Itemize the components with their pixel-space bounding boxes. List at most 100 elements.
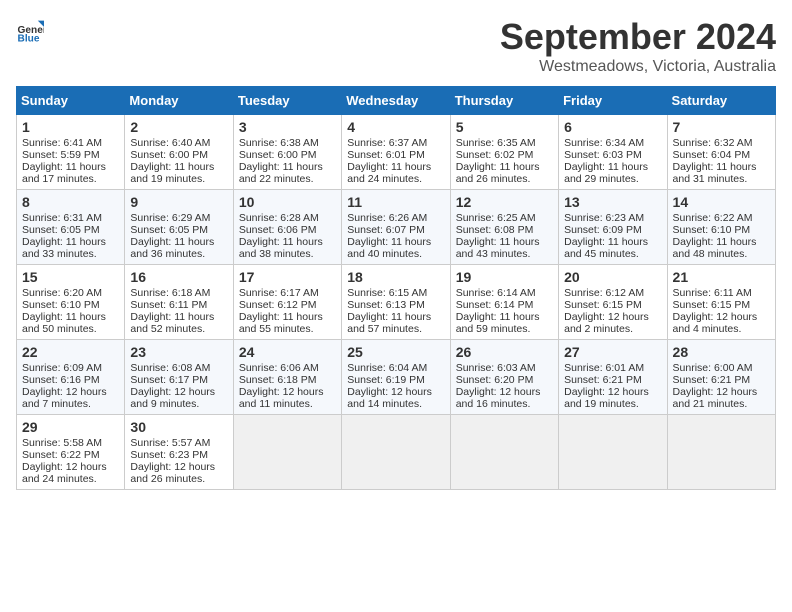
day-info: and 2 minutes. [564, 323, 661, 335]
table-row: 7Sunrise: 6:32 AMSunset: 6:04 PMDaylight… [667, 115, 775, 190]
day-info: Daylight: 11 hours [22, 236, 119, 248]
day-info: and 26 minutes. [456, 173, 553, 185]
day-number: 17 [239, 269, 336, 285]
day-number: 22 [22, 344, 119, 360]
table-row: 2Sunrise: 6:40 AMSunset: 6:00 PMDaylight… [125, 115, 233, 190]
table-row: 27Sunrise: 6:01 AMSunset: 6:21 PMDayligh… [559, 340, 667, 415]
day-info: Sunset: 5:59 PM [22, 149, 119, 161]
day-info: Sunset: 6:05 PM [22, 224, 119, 236]
day-info: and 38 minutes. [239, 248, 336, 260]
col-sunday: Sunday [17, 87, 125, 115]
day-info: and 21 minutes. [673, 398, 770, 410]
title-block: September 2024 Westmeadows, Victoria, Au… [500, 16, 776, 76]
table-row: 3Sunrise: 6:38 AMSunset: 6:00 PMDaylight… [233, 115, 341, 190]
day-info: and 7 minutes. [22, 398, 119, 410]
day-info: Sunset: 6:09 PM [564, 224, 661, 236]
day-info: Sunrise: 6:32 AM [673, 137, 770, 149]
day-info: Daylight: 11 hours [22, 161, 119, 173]
day-info: and 19 minutes. [564, 398, 661, 410]
table-row: 8Sunrise: 6:31 AMSunset: 6:05 PMDaylight… [17, 190, 125, 265]
day-info: Sunset: 6:15 PM [673, 299, 770, 311]
day-info: Sunrise: 6:41 AM [22, 137, 119, 149]
day-info: and 48 minutes. [673, 248, 770, 260]
day-info: Sunrise: 6:06 AM [239, 362, 336, 374]
day-number: 27 [564, 344, 661, 360]
day-info: and 36 minutes. [130, 248, 227, 260]
day-number: 14 [673, 194, 770, 210]
day-number: 6 [564, 119, 661, 135]
day-number: 16 [130, 269, 227, 285]
day-info: Sunset: 6:21 PM [564, 374, 661, 386]
calendar-row: 15Sunrise: 6:20 AMSunset: 6:10 PMDayligh… [17, 265, 776, 340]
day-info: Sunset: 6:22 PM [22, 449, 119, 461]
day-info: Daylight: 12 hours [564, 386, 661, 398]
day-info: Sunset: 6:15 PM [564, 299, 661, 311]
day-info: Sunset: 6:17 PM [130, 374, 227, 386]
day-info: and 43 minutes. [456, 248, 553, 260]
day-info: Sunrise: 6:20 AM [22, 287, 119, 299]
day-info: Sunset: 6:21 PM [673, 374, 770, 386]
day-info: Sunrise: 6:37 AM [347, 137, 444, 149]
table-row: 21Sunrise: 6:11 AMSunset: 6:15 PMDayligh… [667, 265, 775, 340]
table-row: 23Sunrise: 6:08 AMSunset: 6:17 PMDayligh… [125, 340, 233, 415]
day-number: 23 [130, 344, 227, 360]
calendar-row: 29Sunrise: 5:58 AMSunset: 6:22 PMDayligh… [17, 415, 776, 490]
day-info: Daylight: 11 hours [130, 161, 227, 173]
table-row: 14Sunrise: 6:22 AMSunset: 6:10 PMDayligh… [667, 190, 775, 265]
day-info: Sunset: 6:05 PM [130, 224, 227, 236]
page-header: General Blue September 2024 Westmeadows,… [16, 16, 776, 76]
calendar-row: 1Sunrise: 6:41 AMSunset: 5:59 PMDaylight… [17, 115, 776, 190]
day-info: Daylight: 11 hours [347, 236, 444, 248]
day-info: and 50 minutes. [22, 323, 119, 335]
day-info: and 26 minutes. [130, 473, 227, 485]
table-row [342, 415, 450, 490]
col-wednesday: Wednesday [342, 87, 450, 115]
col-tuesday: Tuesday [233, 87, 341, 115]
day-number: 18 [347, 269, 444, 285]
table-row: 30Sunrise: 5:57 AMSunset: 6:23 PMDayligh… [125, 415, 233, 490]
logo: General Blue [16, 16, 44, 44]
day-info: Daylight: 11 hours [22, 311, 119, 323]
day-info: Daylight: 12 hours [673, 386, 770, 398]
day-number: 7 [673, 119, 770, 135]
day-info: Sunset: 6:00 PM [239, 149, 336, 161]
day-info: Sunrise: 6:35 AM [456, 137, 553, 149]
day-info: Sunset: 6:04 PM [673, 149, 770, 161]
day-info: Daylight: 12 hours [22, 386, 119, 398]
day-number: 19 [456, 269, 553, 285]
day-info: Daylight: 11 hours [456, 236, 553, 248]
day-info: and 19 minutes. [130, 173, 227, 185]
table-row: 10Sunrise: 6:28 AMSunset: 6:06 PMDayligh… [233, 190, 341, 265]
day-info: Sunrise: 6:03 AM [456, 362, 553, 374]
day-info: Sunset: 6:10 PM [22, 299, 119, 311]
day-number: 8 [22, 194, 119, 210]
table-row: 13Sunrise: 6:23 AMSunset: 6:09 PMDayligh… [559, 190, 667, 265]
day-number: 4 [347, 119, 444, 135]
day-info: Daylight: 12 hours [673, 311, 770, 323]
day-info: and 22 minutes. [239, 173, 336, 185]
day-info: and 4 minutes. [673, 323, 770, 335]
col-monday: Monday [125, 87, 233, 115]
day-info: and 16 minutes. [456, 398, 553, 410]
location-title: Westmeadows, Victoria, Australia [500, 58, 776, 76]
logo-icon: General Blue [16, 16, 44, 44]
day-info: Daylight: 12 hours [130, 386, 227, 398]
day-info: Daylight: 12 hours [130, 461, 227, 473]
day-info: Sunrise: 6:18 AM [130, 287, 227, 299]
day-info: Daylight: 11 hours [347, 161, 444, 173]
day-info: Sunset: 6:16 PM [22, 374, 119, 386]
calendar-row: 8Sunrise: 6:31 AMSunset: 6:05 PMDaylight… [17, 190, 776, 265]
svg-text:Blue: Blue [18, 34, 40, 44]
day-info: Daylight: 12 hours [456, 386, 553, 398]
table-row: 17Sunrise: 6:17 AMSunset: 6:12 PMDayligh… [233, 265, 341, 340]
table-row: 1Sunrise: 6:41 AMSunset: 5:59 PMDaylight… [17, 115, 125, 190]
table-row: 28Sunrise: 6:00 AMSunset: 6:21 PMDayligh… [667, 340, 775, 415]
day-info: Sunrise: 6:28 AM [239, 212, 336, 224]
day-info: Sunrise: 6:26 AM [347, 212, 444, 224]
table-row: 25Sunrise: 6:04 AMSunset: 6:19 PMDayligh… [342, 340, 450, 415]
day-info: Daylight: 11 hours [130, 236, 227, 248]
day-info: Daylight: 12 hours [22, 461, 119, 473]
table-row: 4Sunrise: 6:37 AMSunset: 6:01 PMDaylight… [342, 115, 450, 190]
day-info: Sunrise: 6:15 AM [347, 287, 444, 299]
day-info: Daylight: 12 hours [564, 311, 661, 323]
